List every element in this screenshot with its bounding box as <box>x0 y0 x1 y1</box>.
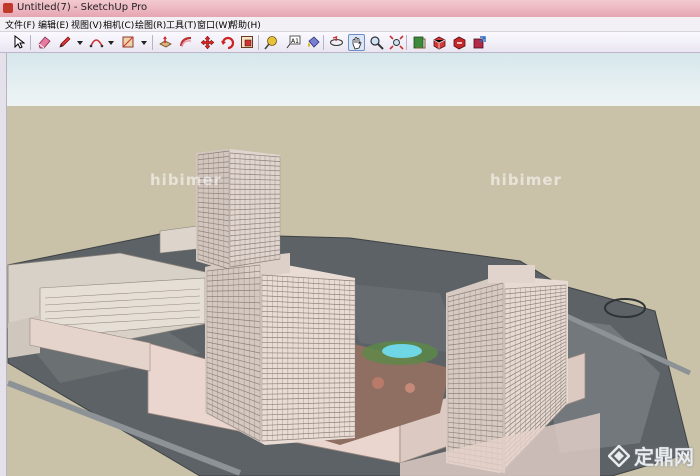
menu-window[interactable]: 窗口(W) <box>197 18 231 31</box>
zoom-extents-tool-icon[interactable] <box>388 34 404 50</box>
toolbar-separator <box>406 35 407 50</box>
menu-camera[interactable]: 相机(C) <box>103 18 134 31</box>
chevron-down-icon[interactable] <box>108 41 114 45</box>
model-viewport[interactable]: hibimer hibimer 定鼎网 <box>0 53 700 476</box>
orbit-tool-icon[interactable] <box>328 34 344 50</box>
watermark-right: hibimer <box>490 171 562 189</box>
city-block-model <box>0 106 700 476</box>
toolbar-separator <box>258 35 259 50</box>
window-title: Untitled(7) - SketchUp Pro <box>17 2 148 13</box>
logo-mark-icon <box>608 444 630 467</box>
text-tool-icon[interactable]: A1 <box>285 34 301 50</box>
arc-tool-icon[interactable] <box>88 34 104 50</box>
get-models-icon[interactable] <box>431 34 447 50</box>
menu-tools[interactable]: 工具(T) <box>166 18 197 31</box>
zoom-tool-icon[interactable] <box>368 34 384 50</box>
site-logo: 定鼎网 <box>608 441 694 470</box>
move-tool-icon[interactable] <box>199 34 215 50</box>
rectangle-tool-icon[interactable] <box>120 34 136 50</box>
pan-tool-icon[interactable] <box>348 34 365 51</box>
push-pull-tool-icon[interactable] <box>157 34 173 50</box>
menu-draw[interactable]: 绘图(R) <box>135 18 166 31</box>
menu-help[interactable]: 帮助(H) <box>229 18 261 31</box>
logo-text: 定鼎网 <box>634 445 694 469</box>
pool <box>382 344 422 358</box>
share-model-icon[interactable] <box>451 34 467 50</box>
menu-view[interactable]: 视图(V) <box>71 18 102 31</box>
offset-tool-icon[interactable] <box>239 34 255 50</box>
share-component-icon[interactable] <box>471 34 487 50</box>
chevron-down-icon[interactable] <box>77 41 83 45</box>
rotate-tool-icon[interactable] <box>219 34 235 50</box>
sketchup-app-icon <box>3 3 13 13</box>
paint-bucket-tool-icon[interactable] <box>305 34 321 50</box>
menu-bar: 文件(F) 编辑(E) 视图(V) 相机(C) 绘图(R) 工具(T) 窗口(W… <box>0 17 700 32</box>
follow-me-tool-icon[interactable] <box>178 34 194 50</box>
chevron-down-icon[interactable] <box>141 41 147 45</box>
title-bar: Untitled(7) - SketchUp Pro <box>0 0 700 18</box>
main-toolbar: A1 <box>0 32 700 53</box>
viewport-left-frame <box>0 53 7 476</box>
tape-measure-tool-icon[interactable] <box>263 34 279 50</box>
pencil-line-tool-icon[interactable] <box>57 34 73 50</box>
toolbar-separator <box>152 35 153 50</box>
menu-edit[interactable]: 编辑(E) <box>38 18 69 31</box>
google-earth-get-view-icon[interactable] <box>411 34 427 50</box>
eraser-tool-icon[interactable] <box>36 34 52 50</box>
menu-file[interactable]: 文件(F) <box>5 18 35 31</box>
watermark-left: hibimer <box>150 171 222 189</box>
toolbar-separator <box>30 35 31 50</box>
select-tool-icon[interactable] <box>11 34 27 50</box>
toolbar-separator <box>323 35 324 50</box>
svg-text:A1: A1 <box>291 38 299 45</box>
